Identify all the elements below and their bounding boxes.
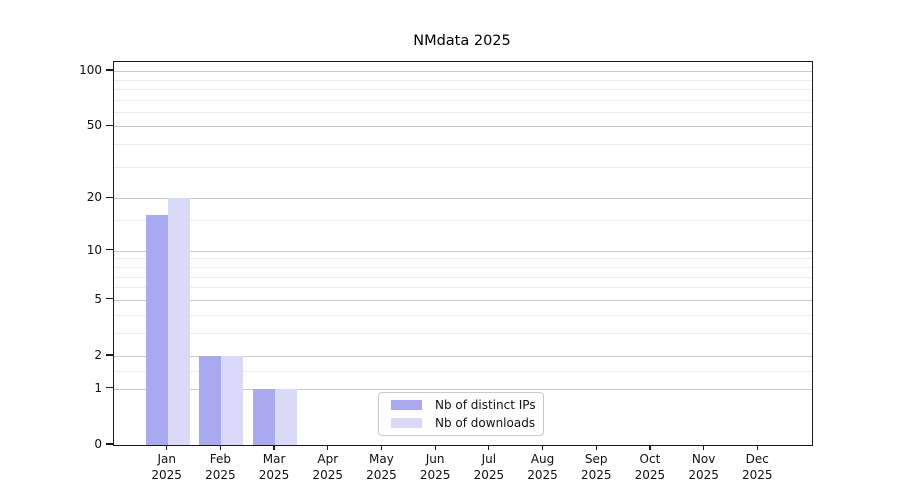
y-gridline-minor	[114, 332, 812, 334]
x-tick-mark	[219, 445, 221, 450]
legend-swatch-distinct-ips	[391, 400, 422, 410]
x-tick-year: 2025	[742, 467, 773, 482]
y-gridline-minor	[114, 287, 812, 289]
y-tick-mark	[106, 298, 113, 300]
y-tick-mark	[106, 354, 113, 356]
y-gridline-minor	[114, 144, 812, 146]
y-gridline-major	[114, 299, 812, 301]
bar-downloads	[167, 198, 190, 445]
y-tick-label: 0	[94, 437, 102, 451]
y-tick-label: 1	[94, 380, 102, 395]
y-tick-mark	[106, 249, 113, 251]
plot-area	[113, 61, 813, 446]
chart-title: NMdata 2025	[413, 33, 511, 49]
x-tick-mark	[166, 445, 168, 450]
y-gridline-major	[114, 71, 812, 73]
x-tick-month: Dec	[745, 452, 769, 466]
y-gridline-minor	[114, 266, 812, 268]
y-tick-label: 100	[79, 63, 102, 78]
y-tick-mark	[106, 443, 113, 445]
y-gridline-minor	[114, 79, 812, 81]
legend-entry: Nb of distinct IPs	[379, 397, 543, 413]
y-gridline-minor	[114, 314, 812, 316]
legend: Nb of distinct IPs Nb of downloads	[378, 392, 544, 436]
y-gridline-minor	[114, 276, 812, 278]
x-tick-label: Dec 2025	[725, 452, 789, 483]
y-gridline-minor	[114, 99, 812, 101]
x-tick-mark	[595, 445, 597, 450]
bar-distinct-ips	[145, 215, 168, 445]
y-gridline-minor	[114, 88, 812, 90]
y-gridline-minor	[114, 258, 812, 260]
bar-downloads	[275, 388, 298, 445]
chart-canvas: NMdata 2025 0 1 2 5 10 20 50 100 Jan 2025 Feb 2025 M…	[0, 0, 900, 500]
y-tick-label: 20	[86, 190, 102, 205]
bar-distinct-ips	[253, 388, 276, 445]
x-tick-mark	[649, 445, 651, 450]
x-tick-mark	[756, 445, 758, 450]
x-tick-mark	[380, 445, 383, 450]
x-tick-mark	[703, 445, 705, 450]
y-gridline-major	[114, 250, 812, 252]
legend-swatch-downloads	[391, 418, 422, 428]
y-gridline-major	[114, 126, 812, 128]
y-tick-label: 5	[94, 291, 102, 306]
x-tick-mark	[488, 445, 490, 450]
y-tick-label: 10	[86, 242, 102, 257]
y-tick-label: 2	[94, 347, 102, 362]
y-tick-mark	[106, 69, 113, 71]
y-tick-mark	[106, 196, 113, 198]
x-tick-mark	[541, 445, 544, 450]
legend-entry: Nb of downloads	[379, 415, 543, 431]
y-tick-mark	[106, 387, 113, 389]
x-tick-mark	[273, 445, 275, 450]
y-gridline-major	[114, 198, 812, 200]
y-tick-label: 50	[86, 118, 102, 133]
y-gridline-minor	[114, 111, 812, 113]
legend-label: Nb of downloads	[435, 416, 536, 430]
x-tick-mark	[327, 445, 329, 450]
legend-label: Nb of distinct IPs	[435, 398, 536, 412]
bar-downloads	[221, 355, 244, 445]
y-gridline-minor	[114, 220, 812, 222]
y-tick-mark	[106, 124, 113, 127]
y-gridline-minor	[114, 166, 812, 168]
bar-distinct-ips	[199, 355, 222, 445]
x-tick-mark	[434, 445, 436, 450]
